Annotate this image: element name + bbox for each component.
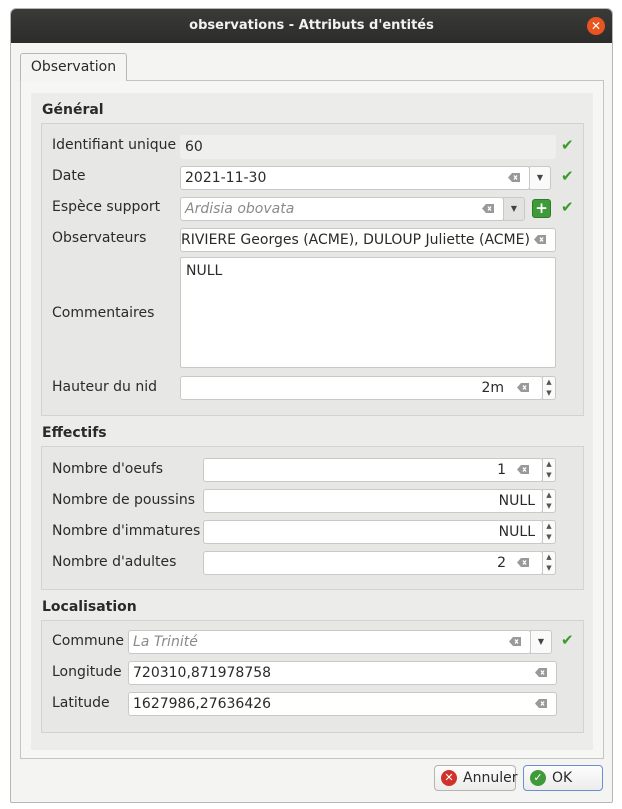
id-value: 60 bbox=[185, 139, 203, 155]
id-field: 60 bbox=[180, 135, 556, 159]
dropdown-arrow-icon[interactable]: ▼ bbox=[529, 166, 551, 190]
dropdown-arrow-icon[interactable]: ▼ bbox=[503, 197, 525, 221]
clear-icon[interactable] bbox=[535, 666, 548, 679]
longitude-field[interactable]: 720310,871978758 bbox=[128, 661, 557, 685]
observateurs-value: RIVIERE Georges (ACME), DULOUP Juliette … bbox=[181, 232, 530, 248]
commune-field[interactable]: La Trinité bbox=[128, 630, 531, 654]
commune-label: Commune bbox=[52, 633, 124, 649]
immatures-value: NULL bbox=[498, 524, 535, 540]
adultes-value: 2 bbox=[497, 555, 506, 571]
group-localisation: Commune La Trinité ▼ ✔ Longitude 720310,… bbox=[41, 620, 584, 733]
oeufs-value: 1 bbox=[497, 462, 506, 478]
observateurs-label: Observateurs bbox=[52, 230, 147, 246]
hauteur-label: Hauteur du nid bbox=[52, 379, 158, 395]
commune-placeholder: La Trinité bbox=[133, 634, 198, 650]
close-icon[interactable]: ✕ bbox=[587, 17, 605, 35]
clear-icon[interactable] bbox=[509, 635, 522, 648]
ok-button[interactable]: ✓ OK bbox=[523, 765, 603, 791]
latitude-label: Latitude bbox=[52, 695, 110, 711]
check-icon: ✔ bbox=[561, 136, 574, 154]
clear-icon[interactable] bbox=[517, 463, 530, 476]
cancel-button[interactable]: ✕ Annuler bbox=[434, 765, 518, 791]
cancel-button-label: Annuler bbox=[463, 770, 518, 786]
section-title-general: Général bbox=[42, 102, 104, 118]
poussins-field[interactable]: NULL bbox=[203, 489, 543, 513]
hauteur-spinbox[interactable]: ▲ ▼ bbox=[542, 376, 556, 400]
clear-icon[interactable] bbox=[517, 381, 530, 394]
poussins-label: Nombre de poussins bbox=[52, 492, 195, 508]
adultes-field[interactable]: 2 bbox=[203, 551, 543, 575]
oeufs-field[interactable]: 1 bbox=[203, 458, 543, 482]
commentaires-label: Commentaires bbox=[52, 305, 155, 321]
latitude-value: 1627986,27636426 bbox=[133, 696, 272, 712]
espece-field[interactable]: Ardisia obovata bbox=[180, 197, 504, 221]
hauteur-field[interactable]: 2m bbox=[180, 376, 543, 400]
ok-button-label: OK bbox=[552, 770, 573, 786]
section-title-effectifs: Effectifs bbox=[42, 425, 107, 441]
clear-icon[interactable] bbox=[517, 556, 530, 569]
title-bar: observations - Attributs d'entités ✕ bbox=[11, 9, 612, 43]
espece-label: Espèce support bbox=[52, 199, 161, 215]
adultes-spinbox[interactable]: ▲ ▼ bbox=[542, 551, 556, 575]
longitude-value: 720310,871978758 bbox=[133, 665, 272, 681]
group-effectifs: Nombre d'oeufs 1 ▲ ▼ Nombre de poussins N… bbox=[41, 446, 584, 590]
oeufs-label: Nombre d'oeufs bbox=[52, 461, 164, 477]
check-icon: ✔ bbox=[561, 167, 574, 185]
poussins-spinbox[interactable]: ▲ ▼ bbox=[542, 489, 556, 513]
dialog-window: observations - Attributs d'entités ✕ Obs… bbox=[10, 8, 613, 803]
spin-down-icon[interactable]: ▼ bbox=[543, 563, 555, 574]
spin-down-icon[interactable]: ▼ bbox=[543, 532, 555, 543]
spin-up-icon[interactable]: ▲ bbox=[543, 552, 555, 563]
id-label: Identifiant unique bbox=[52, 137, 177, 153]
clear-icon[interactable] bbox=[482, 202, 495, 215]
clear-icon[interactable] bbox=[508, 171, 521, 184]
observateurs-field[interactable]: RIVIERE Georges (ACME), DULOUP Juliette … bbox=[180, 228, 556, 252]
window-title: observations - Attributs d'entités bbox=[189, 18, 434, 33]
spin-down-icon[interactable]: ▼ bbox=[543, 470, 555, 481]
commentaires-textarea[interactable]: NULL bbox=[180, 257, 556, 368]
poussins-value: NULL bbox=[498, 493, 535, 509]
spin-up-icon[interactable]: ▲ bbox=[543, 521, 555, 532]
immatures-field[interactable]: NULL bbox=[203, 520, 543, 544]
oeufs-spinbox[interactable]: ▲ ▼ bbox=[542, 458, 556, 482]
latitude-field[interactable]: 1627986,27636426 bbox=[128, 692, 557, 716]
spin-up-icon[interactable]: ▲ bbox=[543, 459, 555, 470]
dropdown-arrow-icon[interactable]: ▼ bbox=[530, 630, 552, 654]
date-field[interactable]: 2021-11-30 bbox=[180, 166, 530, 190]
date-label: Date bbox=[52, 168, 86, 184]
clear-icon[interactable] bbox=[535, 697, 548, 710]
spin-up-icon[interactable]: ▲ bbox=[543, 377, 555, 388]
immatures-label: Nombre d'immatures bbox=[52, 523, 201, 539]
cancel-icon: ✕ bbox=[441, 770, 457, 786]
group-general: Identifiant unique 60 ✔ Date 2021-11-30 … bbox=[41, 123, 584, 416]
immatures-spinbox[interactable]: ▲ ▼ bbox=[542, 520, 556, 544]
check-icon: ✔ bbox=[561, 631, 574, 649]
spin-down-icon[interactable]: ▼ bbox=[543, 388, 555, 399]
longitude-label: Longitude bbox=[52, 664, 122, 680]
section-title-localisation: Localisation bbox=[42, 599, 137, 615]
tab-panel: Général Identifiant unique 60 ✔ Date 202… bbox=[20, 80, 604, 759]
spin-down-icon[interactable]: ▼ bbox=[543, 501, 555, 512]
commentaires-value: NULL bbox=[186, 263, 223, 279]
check-icon: ✔ bbox=[561, 198, 574, 216]
adultes-label: Nombre d'adultes bbox=[52, 554, 177, 570]
plus-icon[interactable]: + bbox=[532, 199, 551, 218]
form-panel: Général Identifiant unique 60 ✔ Date 202… bbox=[31, 93, 593, 750]
date-value: 2021-11-30 bbox=[185, 170, 267, 186]
tab-observation[interactable]: Observation bbox=[20, 53, 127, 81]
clear-icon[interactable] bbox=[534, 233, 547, 246]
hauteur-value: 2m bbox=[481, 380, 504, 396]
spin-up-icon[interactable]: ▲ bbox=[543, 490, 555, 501]
espece-placeholder: Ardisia obovata bbox=[185, 201, 295, 217]
ok-icon: ✓ bbox=[530, 770, 546, 786]
